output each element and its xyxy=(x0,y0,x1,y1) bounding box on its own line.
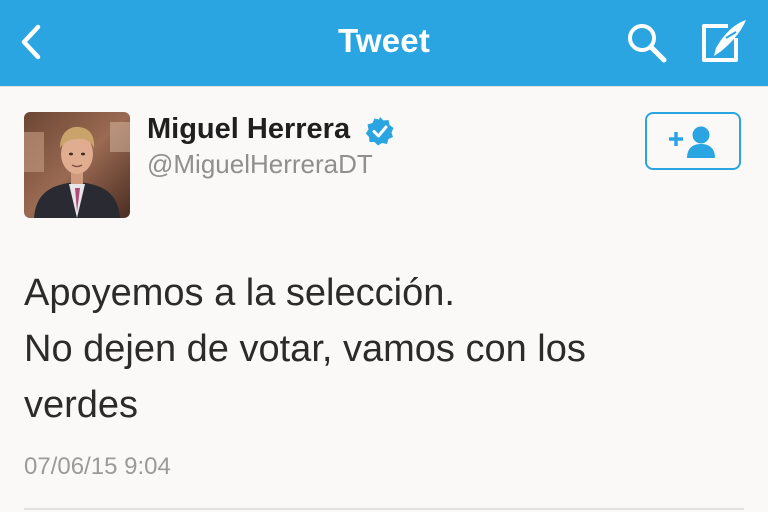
tweet-timestamp: 07/06/15 9:04 xyxy=(24,453,171,480)
tweet-text-line: No dejen de votar, vamos con los xyxy=(24,328,586,370)
author-display-name[interactable]: Miguel Herrera xyxy=(147,113,350,146)
tweet-text: Apoyemos a la selección. No dejen de vot… xyxy=(24,265,744,433)
compose-tweet-button[interactable] xyxy=(696,16,752,66)
tweet-text-line: Apoyemos a la selección. xyxy=(24,272,455,314)
author-handle[interactable]: @MiguelHerreraDT xyxy=(147,149,373,180)
follow-button[interactable] xyxy=(645,112,741,170)
profile-photo xyxy=(24,112,130,218)
content-divider xyxy=(24,508,744,510)
tweet-text-line: verdes xyxy=(24,384,139,426)
top-nav-bar: Tweet xyxy=(0,0,768,86)
search-icon xyxy=(628,24,667,63)
chevron-left-icon xyxy=(21,24,41,60)
compose-tweet-icon xyxy=(702,20,746,62)
follow-user-icon xyxy=(669,126,715,158)
verified-badge-icon xyxy=(365,117,394,146)
header-divider xyxy=(0,86,768,87)
back-button[interactable] xyxy=(14,20,50,64)
search-button[interactable] xyxy=(624,20,672,66)
avatar[interactable] xyxy=(24,112,130,218)
